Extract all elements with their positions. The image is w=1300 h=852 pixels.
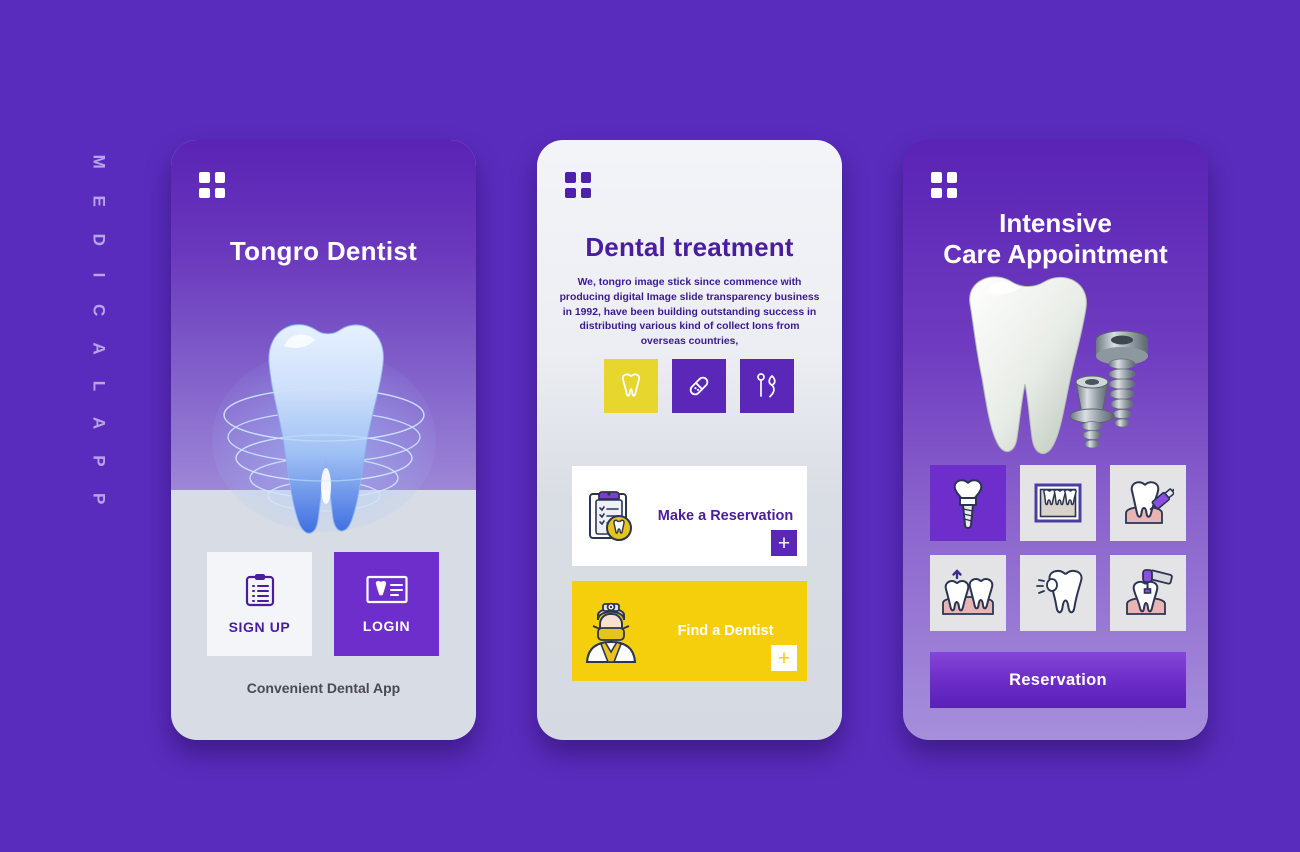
login-label: LOGIN <box>362 618 411 634</box>
app-caption: Convenient Dental App <box>246 680 401 696</box>
phone-card-appointment: Intensive Care Appointment Reservation <box>903 140 1208 740</box>
grid-dot <box>931 172 942 183</box>
service-injection[interactable] <box>1110 465 1186 541</box>
service-implant[interactable] <box>930 465 1006 541</box>
grid-dot <box>565 172 576 183</box>
dental-implant-icon <box>953 479 983 529</box>
category-tile-row <box>604 359 794 413</box>
phone-card-signup: Tongro Dentist SIGN UP LOGIN Convenient … <box>171 140 476 740</box>
tooth-scan-illustration <box>209 290 439 550</box>
add-dentist-button[interactable]: + <box>771 645 797 671</box>
dental-drill-icon <box>1126 569 1173 615</box>
grid-dot <box>565 187 576 198</box>
service-xray[interactable] <box>1020 465 1096 541</box>
implant-illustration <box>936 268 1176 458</box>
dentist-avatar-icon <box>572 598 650 664</box>
find-dentist-card[interactable]: Find a Dentist + <box>572 581 807 681</box>
service-extraction[interactable] <box>930 555 1006 631</box>
sign-up-button[interactable]: SIGN UP <box>207 552 312 656</box>
tooth-whitening-icon <box>1036 569 1083 614</box>
auth-button-row: SIGN UP LOGIN <box>207 552 439 656</box>
grid-dot <box>931 187 942 198</box>
grid-dot <box>580 172 591 183</box>
tile-medicine[interactable] <box>672 359 726 413</box>
grid-dot <box>199 172 210 183</box>
tile-tooth[interactable] <box>604 359 658 413</box>
page-title-line1: Intensive <box>999 208 1112 238</box>
tooth-injection-icon <box>1125 481 1174 524</box>
dental-xray-icon <box>1034 483 1082 523</box>
make-reservation-card[interactable]: Make a Reservation + <box>572 466 807 566</box>
dental-tools-icon <box>757 373 776 398</box>
sign-up-label: SIGN UP <box>228 619 291 635</box>
make-reservation-label: Make a Reservation <box>657 508 794 524</box>
medical-app-side-label: M E D I C A L A P P <box>78 150 118 520</box>
grid-dot <box>580 187 591 198</box>
grid-dot <box>946 187 957 198</box>
description-text: We, tongro image stick since commence wi… <box>559 277 820 348</box>
grid-dot <box>214 187 225 198</box>
tooth-icon <box>621 373 641 397</box>
tooth-svg <box>211 324 436 534</box>
reservation-button[interactable]: Reservation <box>930 652 1186 708</box>
grid-menu-icon[interactable] <box>199 172 225 198</box>
grid-dot <box>199 187 210 198</box>
phone-card-treatment: Dental treatment We, tongro image stick … <box>537 140 842 740</box>
capsule-pill-icon <box>689 376 709 396</box>
page-title-line2: Care Appointment <box>943 239 1168 270</box>
clipboard-tooth-icon <box>572 486 650 546</box>
side-label-text: M E D I C A L A P P <box>89 154 109 516</box>
login-button[interactable]: LOGIN <box>334 552 439 656</box>
id-card-tooth-icon <box>365 575 408 604</box>
service-whitening[interactable] <box>1020 555 1096 631</box>
grid-menu-icon[interactable] <box>565 172 591 198</box>
grid-dot <box>214 172 225 183</box>
tooth-extraction-icon <box>942 569 994 615</box>
app-showcase-canvas: M E D I C A L A P P Tongro Dentist SIGN … <box>0 0 1300 852</box>
find-dentist-label: Find a Dentist <box>677 623 774 639</box>
page-title: Dental treatment <box>585 232 794 262</box>
service-icon-grid <box>930 465 1186 631</box>
service-drill[interactable] <box>1110 555 1186 631</box>
page-title: Tongro Dentist <box>229 236 418 266</box>
clipboard-icon <box>245 574 274 607</box>
page-title: Intensive Care Appointment <box>903 208 1208 270</box>
grid-menu-icon[interactable] <box>931 172 957 198</box>
tile-dental-tools[interactable] <box>740 359 794 413</box>
grid-dot <box>946 172 957 183</box>
add-reservation-button[interactable]: + <box>771 530 797 556</box>
